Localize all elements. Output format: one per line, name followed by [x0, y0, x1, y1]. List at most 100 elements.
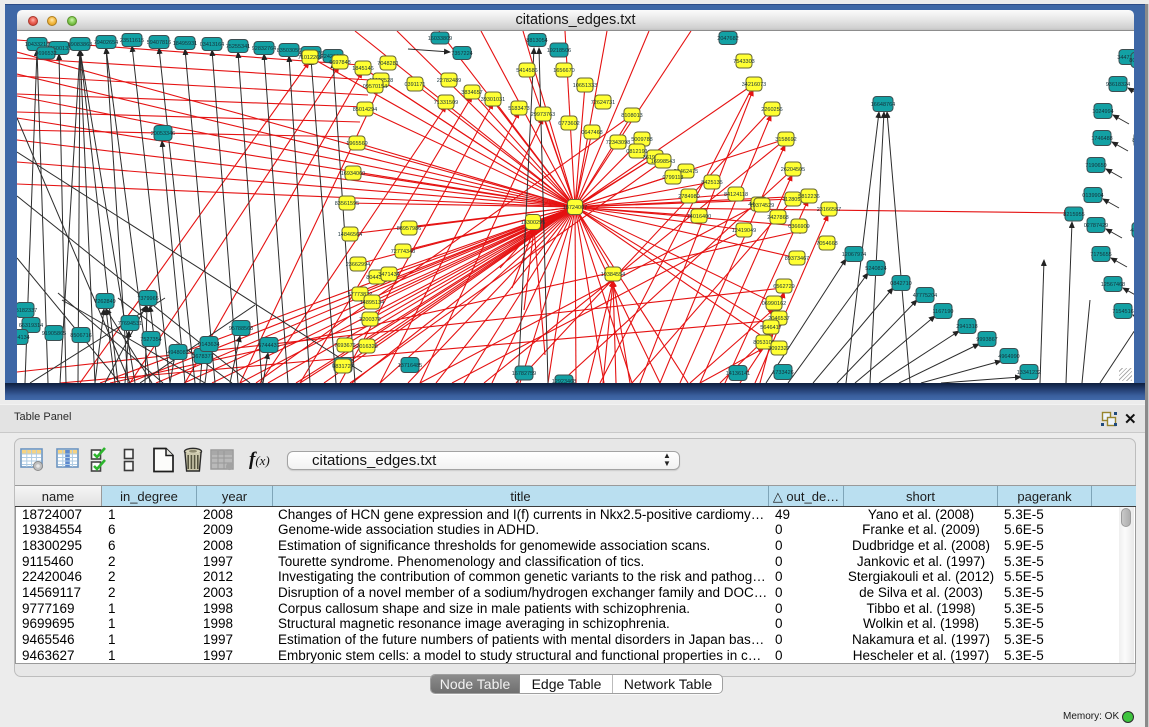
svg-text:7693676: 7693676	[334, 343, 355, 349]
svg-text:1656670: 1656670	[553, 68, 574, 74]
svg-text:14895134: 14895134	[360, 300, 384, 306]
svg-text:83503056: 83503056	[277, 48, 301, 54]
svg-text:85014294: 85014294	[353, 107, 377, 113]
svg-text:2784980: 2784980	[678, 194, 699, 200]
svg-text:2427868: 2427868	[767, 215, 788, 221]
svg-text:02787429: 02787429	[1084, 223, 1108, 229]
svg-text:9894134: 9894134	[17, 335, 30, 341]
svg-text:19218506: 19218506	[547, 48, 571, 54]
svg-text:0391171: 0391171	[404, 82, 425, 88]
svg-text:0842710: 0842710	[890, 281, 911, 287]
svg-text:7190659: 7190659	[1085, 163, 1106, 169]
svg-text:92832764: 92832764	[252, 46, 276, 52]
svg-text:0647468: 0647468	[581, 130, 602, 136]
svg-text:26204505: 26204505	[781, 167, 805, 173]
svg-text:91905865: 91905865	[42, 331, 66, 337]
svg-text:10651333: 10651333	[573, 83, 597, 89]
svg-text:5414586: 5414586	[516, 68, 537, 74]
svg-text:89373467: 89373467	[785, 256, 809, 262]
svg-text:71331509: 71331509	[434, 100, 458, 106]
svg-text:20053346: 20053346	[151, 131, 175, 137]
svg-text:5183473: 5183473	[508, 106, 529, 112]
svg-text:8215955: 8215955	[1063, 212, 1084, 218]
svg-text:3158692: 3158692	[775, 137, 796, 143]
svg-text:3678377: 3678377	[192, 354, 213, 360]
svg-text:5812236: 5812236	[798, 194, 819, 200]
svg-text:1746488: 1746488	[1091, 136, 1112, 142]
svg-text:75255341: 75255341	[226, 44, 250, 50]
svg-text:12567468: 12567468	[1101, 282, 1125, 288]
svg-text:72343098: 72343098	[606, 140, 630, 146]
svg-text:12067974: 12067974	[842, 252, 866, 258]
svg-text:23166587: 23166587	[817, 207, 841, 213]
svg-text:2260256: 2260256	[761, 107, 782, 113]
svg-text:22782489: 22782489	[437, 78, 461, 84]
svg-text:95788568: 95788568	[229, 326, 253, 332]
svg-text:9696532: 9696532	[35, 51, 56, 57]
svg-text:1965569: 1965569	[346, 141, 367, 147]
svg-text:2047682: 2047682	[717, 36, 738, 42]
svg-text:74016400: 74016400	[687, 214, 711, 220]
svg-text:8597703: 8597703	[1132, 138, 1134, 144]
svg-text:79402654: 79402654	[94, 40, 118, 46]
svg-text:3834657: 3834657	[461, 90, 482, 96]
svg-text:2941318: 2941318	[956, 324, 977, 330]
svg-text:5240824: 5240824	[865, 266, 886, 272]
svg-text:19384554: 19384554	[601, 272, 625, 278]
svg-text:5009788: 5009788	[631, 137, 652, 143]
svg-text:8506716: 8506716	[70, 333, 91, 339]
svg-text:6562729: 6562729	[773, 284, 794, 290]
svg-text:34216073: 34216073	[742, 82, 766, 88]
svg-text:7175655: 7175655	[1090, 252, 1111, 258]
svg-text:8425135: 8425135	[701, 180, 722, 186]
svg-text:06990162: 06990162	[762, 301, 786, 307]
svg-text:13716485: 13716485	[398, 363, 422, 369]
svg-text:83561595: 83561595	[335, 201, 359, 207]
svg-text:7262849: 7262849	[94, 299, 115, 305]
svg-text:72624731: 72624731	[591, 100, 615, 106]
svg-text:6773602: 6773602	[558, 121, 579, 127]
svg-text:77694531: 77694531	[118, 321, 142, 327]
svg-text:3471434: 3471434	[378, 272, 399, 278]
svg-text:7379965: 7379965	[137, 296, 158, 302]
svg-text:4948083: 4948083	[167, 350, 188, 356]
svg-text:1733426: 1733426	[772, 370, 793, 376]
svg-text:16934060: 16934060	[341, 171, 365, 177]
svg-text:7527354: 7527354	[140, 337, 161, 343]
svg-text:14846564: 14846564	[338, 232, 362, 238]
svg-text:03413164: 03413164	[200, 42, 224, 48]
svg-text:8087603: 8087603	[1129, 58, 1134, 64]
svg-text:7048281: 7048281	[377, 61, 398, 67]
svg-text:71012269: 71012269	[298, 55, 322, 61]
svg-text:29973763: 29973763	[531, 112, 555, 118]
svg-text:0831727: 0831727	[332, 364, 353, 370]
svg-text:1845146: 1845146	[352, 66, 373, 72]
svg-text:47775204: 47775204	[913, 293, 937, 299]
svg-text:12419049: 12419049	[732, 228, 756, 234]
svg-text:4964990: 4964990	[998, 354, 1019, 360]
svg-text:18495931: 18495931	[173, 41, 197, 47]
svg-text:7154516: 7154516	[1112, 309, 1133, 315]
svg-text:84124118: 84124118	[724, 192, 748, 198]
svg-text:8108013: 8108013	[621, 113, 642, 119]
svg-text:2016328: 2016328	[356, 344, 377, 350]
svg-text:0799118: 0799118	[662, 175, 683, 181]
svg-text:09570154: 09570154	[363, 84, 387, 90]
svg-text:39301031: 39301031	[481, 97, 505, 103]
svg-text:5646417: 5646417	[760, 325, 781, 331]
svg-text:16033809: 16033809	[428, 36, 452, 42]
svg-text:5744431: 5744431	[258, 343, 279, 349]
svg-text:9993867: 9993867	[976, 337, 997, 343]
svg-text:3200379: 3200379	[359, 317, 380, 323]
svg-text:0366909: 0366909	[788, 224, 809, 230]
svg-text:19374529: 19374529	[750, 203, 774, 209]
svg-text:59407816: 59407816	[147, 40, 171, 46]
svg-text:4824771: 4824771	[1130, 228, 1134, 234]
svg-text:1167190: 1167190	[932, 309, 953, 315]
svg-text:0143634: 0143634	[198, 342, 219, 348]
svg-text:12923468: 12923468	[552, 379, 576, 383]
svg-text:16648764: 16648764	[871, 102, 895, 108]
svg-text:16998543: 16998543	[651, 159, 675, 165]
svg-text:1024994: 1024994	[1092, 109, 1113, 115]
svg-text:16782759: 16782759	[512, 371, 536, 377]
